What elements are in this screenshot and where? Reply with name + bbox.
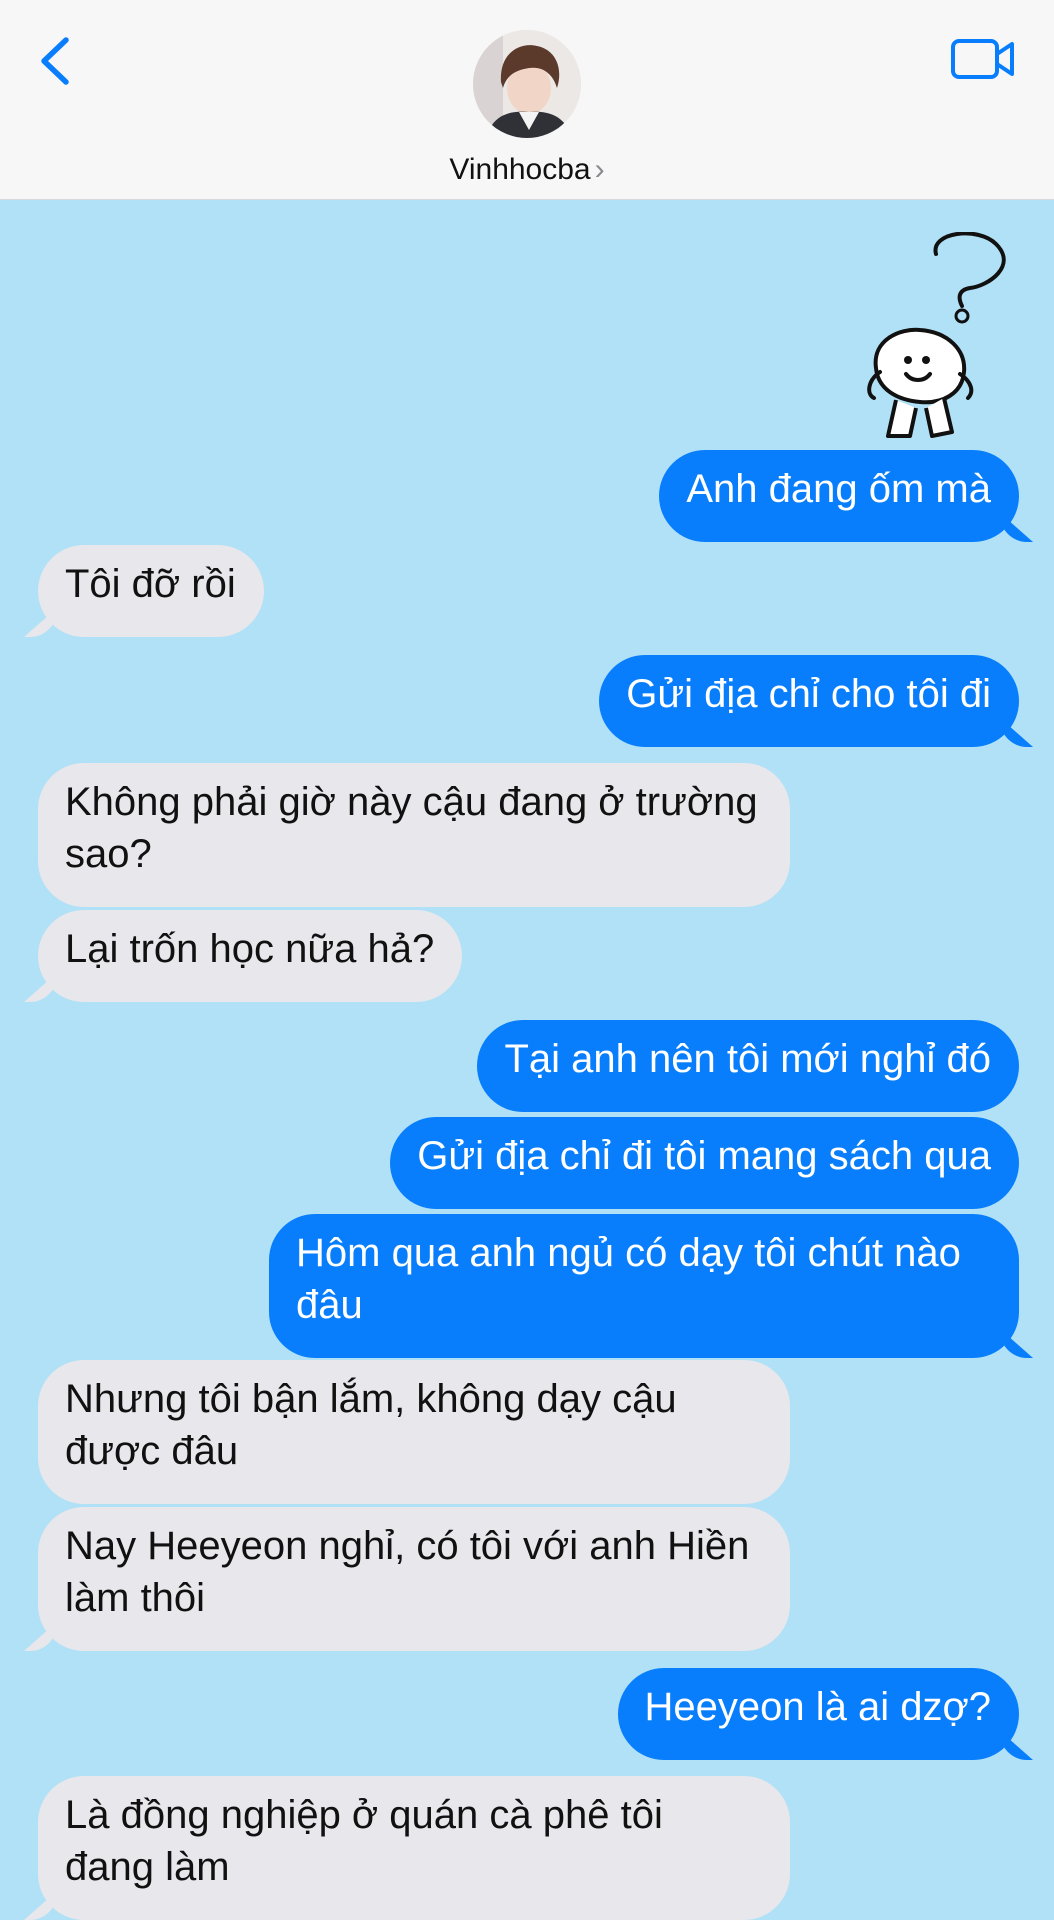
received-message-bubble[interactable]: Lại trốn học nữa hả? <box>38 910 463 1002</box>
received-message-bubble[interactable]: Là đồng nghiệp ở quán cà phê tôi đang là… <box>38 1776 790 1920</box>
sent-message-bubble[interactable]: Anh đang ốm mà <box>659 450 1019 542</box>
smiley-question-sticker[interactable] <box>858 232 1018 448</box>
video-camera-icon[interactable] <box>950 36 1016 82</box>
sent-message-bubble[interactable]: Gửi địa chỉ cho tôi đi <box>599 655 1019 747</box>
contact-name: Vinhhocba <box>449 153 591 186</box>
sent-message-bubble[interactable]: Tại anh nên tôi mới nghỉ đó <box>477 1020 1019 1112</box>
received-message-bubble[interactable]: Nay Heeyeon nghỉ, có tôi với anh Hiền là… <box>38 1507 790 1651</box>
sent-message-bubble[interactable]: Hôm qua anh ngủ có dạy tôi chút nào đâu <box>269 1214 1019 1358</box>
conversation-header: Vinhhocba › <box>0 0 1054 200</box>
avatar-portrait-icon <box>473 30 581 138</box>
back-chevron-icon[interactable] <box>30 30 82 90</box>
chevron-right-icon: › <box>594 153 605 186</box>
received-message-bubble[interactable]: Nhưng tôi bận lắm, không dạy cậu được đâ… <box>38 1360 790 1504</box>
sent-message-bubble[interactable]: Heeyeon là ai dzợ? <box>617 1668 1019 1760</box>
received-message-bubble[interactable]: Không phải giờ này cậu đang ở trường sao… <box>38 763 790 907</box>
sent-message-bubble[interactable]: Gửi địa chỉ đi tôi mang sách qua <box>390 1117 1019 1209</box>
contact-avatar[interactable] <box>473 30 581 138</box>
contact-name-button[interactable]: Vinhhocba › <box>0 150 1054 190</box>
received-message-bubble[interactable]: Tôi đỡ rồi <box>38 545 264 637</box>
